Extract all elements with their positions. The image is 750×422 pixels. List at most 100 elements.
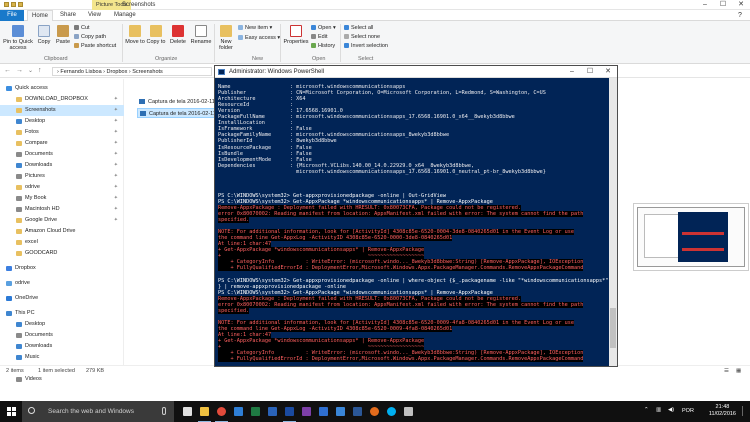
file-item[interactable]: Captura de tela 2016-02-11 [137,108,217,118]
tab-file[interactable]: File [0,10,24,21]
new-item-button[interactable]: New item ▾ [238,25,272,32]
language-indicator[interactable]: POR [682,408,694,414]
file-item[interactable]: Captura de tela 2016-02-11 [137,97,217,107]
sidebar-item[interactable]: Macintosh HD ✦ [0,204,124,215]
sidebar-item[interactable]: Dropbox [0,263,124,274]
sidebar-item[interactable]: Fotos ✦ [0,127,124,138]
sidebar-item[interactable]: Quick access [0,83,124,94]
rename-button[interactable]: Rename [190,25,212,45]
tab-share[interactable]: Share [56,10,80,21]
photoshop-icon[interactable] [316,404,331,419]
word-icon[interactable] [350,404,365,419]
forward-arrow-icon[interactable]: → [16,67,23,74]
quick-access-toolbar[interactable] [4,2,30,8]
invert-selection-button[interactable]: Invert selection [344,43,388,50]
sidebar-item[interactable]: Documents ✦ [0,149,124,160]
breadcrumb[interactable]: › Fernando Lisboa › Dropbox › Screenshot… [52,67,212,76]
sidebar-item[interactable]: Downloads ✦ [0,160,124,171]
onenote-icon[interactable] [299,404,314,419]
minimize-button[interactable]: – [696,0,714,10]
sidebar-item[interactable]: odrive ✦ [0,182,124,193]
up-arrow-icon[interactable]: ↑ [38,67,42,74]
sidebar-item[interactable]: Compare ✦ [0,138,124,149]
start-button[interactable] [0,401,22,422]
new-folder-button[interactable]: New folder [216,25,236,51]
microphone-icon[interactable] [162,407,166,415]
mail-icon[interactable] [333,404,348,419]
paste-button[interactable]: Paste [55,25,71,45]
search-box[interactable]: Search the web and Windows [22,401,174,422]
easy-access-label: Easy access [245,35,276,41]
sidebar-item[interactable]: My Book ✦ [0,193,124,204]
edit-button[interactable]: Edit [311,34,327,41]
ps-maximize-button[interactable]: ☐ [581,66,599,78]
sidebar-item[interactable]: Pictures ✦ [0,171,124,182]
sidebar-item[interactable]: Desktop [0,319,124,330]
action-center-icon[interactable] [742,406,748,416]
sidebar-item[interactable]: DOWNLOAD_DROPBOX ✦ [0,94,124,105]
scrollbar-thumb[interactable] [610,308,616,348]
sidebar-item[interactable]: Music [0,352,124,363]
sidebar-item[interactable]: odrive [0,278,124,289]
large-icons-view-icon[interactable]: ▦ [736,366,741,376]
store-icon[interactable] [401,404,416,419]
sidebar-item[interactable]: Desktop ✦ [0,116,124,127]
sidebar-item[interactable]: GOODCARD [0,248,124,259]
folder-icon[interactable] [4,2,9,7]
sidebar-item[interactable]: excel [0,237,124,248]
outlook-icon[interactable] [265,404,280,419]
close-button[interactable]: ✕ [732,0,750,10]
back-arrow-icon[interactable]: ← [4,67,11,74]
powershell-icon[interactable] [282,404,297,422]
paste-shortcut-button[interactable]: Paste shortcut [74,43,116,50]
powershell-window[interactable]: Administrator: Windows PowerShell – ☐ ✕ … [214,65,618,367]
sidebar-item[interactable]: Amazon Cloud Drive [0,226,124,237]
history-button[interactable]: History [311,43,335,50]
network-icon[interactable]: ▥ [656,407,661,413]
recent-locations-icon[interactable]: ⌄ [28,67,33,74]
sidebar-item[interactable]: Downloads [0,341,124,352]
select-none-button[interactable]: Select none [344,34,380,41]
ps-close-button[interactable]: ✕ [599,66,617,78]
new-folder-icon[interactable] [18,2,23,7]
skype-icon[interactable] [384,404,399,419]
pin-quick-access-button[interactable]: Pin to Quick access [2,25,34,51]
console-output[interactable]: Name : microsoft.windowscommunicationsap… [215,78,609,366]
easy-access-button[interactable]: Easy access ▾ [238,35,280,42]
sidebar-item[interactable]: OneDrive [0,293,124,304]
excel-icon[interactable] [248,404,263,419]
copy-path-button[interactable]: Copy path [74,34,106,41]
tab-manage[interactable]: Manage [110,10,140,21]
sidebar-item[interactable]: Google Drive ✦ [0,215,124,226]
select-all-button[interactable]: Select all [344,25,373,32]
console-error-line: specified. [218,307,250,314]
powershell-title-bar[interactable]: Administrator: Windows PowerShell – ☐ ✕ [215,66,617,78]
tab-home[interactable]: Home [27,10,54,21]
explorer-icon[interactable] [197,404,212,422]
copy-to-button[interactable]: Copy to [146,25,166,45]
sidebar-item[interactable]: This PC [0,308,124,319]
folder-icon [6,311,12,316]
chrome-icon[interactable] [214,404,229,422]
ps-minimize-button[interactable]: – [563,66,581,78]
details-view-icon[interactable]: ☰ [724,366,729,376]
edge-icon[interactable] [231,404,246,419]
cut-button[interactable]: Cut [74,25,90,32]
sidebar-item[interactable]: Documents [0,330,124,341]
delete-button[interactable]: Delete [168,25,188,45]
volume-icon[interactable]: ◀) [668,407,674,413]
clock[interactable]: 21:48 11/02/2016 [709,404,736,418]
sidebar-item[interactable]: Screenshots ✦ [0,105,124,116]
maximize-button[interactable]: ☐ [714,0,732,10]
copy-button[interactable]: Copy [36,25,52,45]
open-button[interactable]: Open ▾ [311,25,336,32]
tab-view[interactable]: View [84,10,105,21]
help-icon[interactable]: ? [734,10,746,21]
task-view-icon[interactable] [180,404,195,419]
show-hidden-icons-icon[interactable]: ⌃ [644,407,649,413]
properties-icon[interactable] [11,2,16,7]
console-scrollbar[interactable] [609,78,617,366]
move-to-button[interactable]: Move to [125,25,145,45]
firefox-icon[interactable] [367,404,382,419]
properties-button[interactable]: Properties [283,25,309,45]
